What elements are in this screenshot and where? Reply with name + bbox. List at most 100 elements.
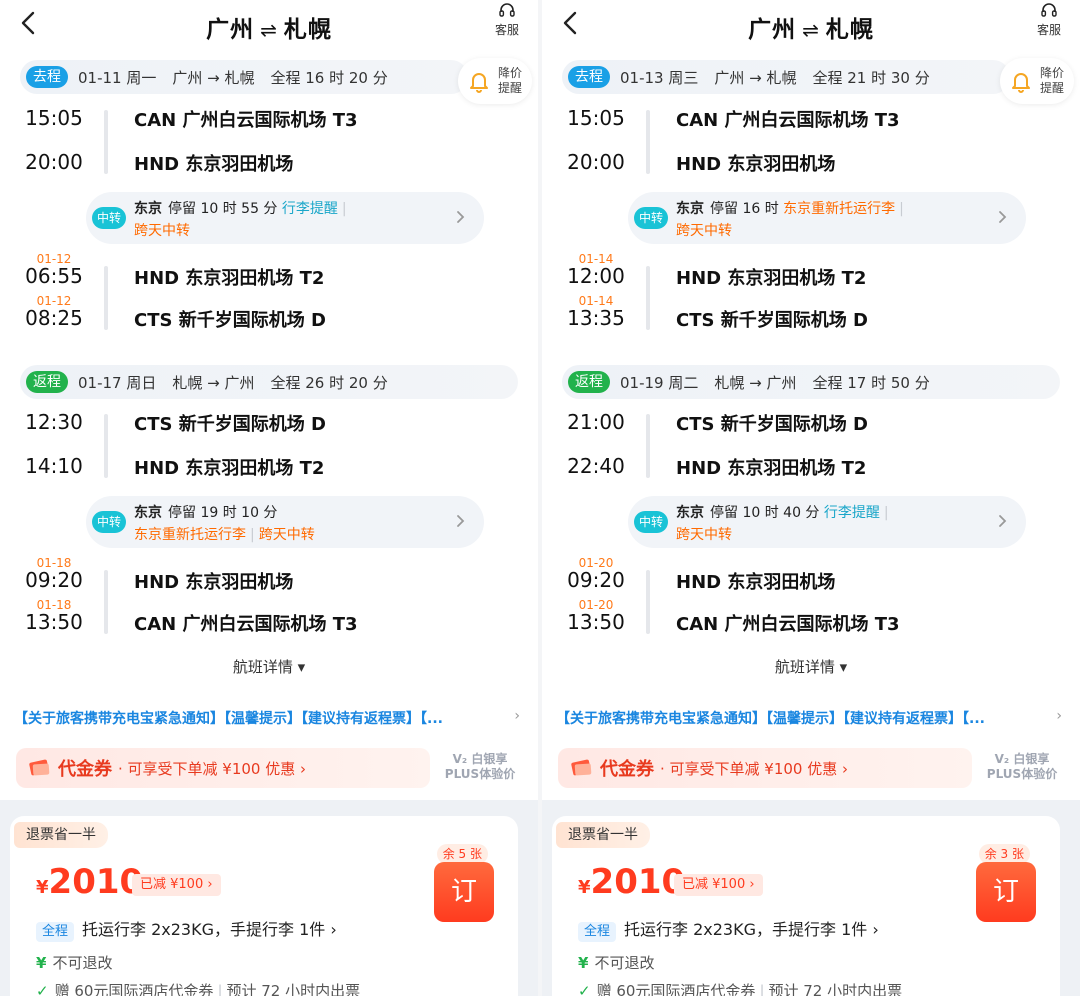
transfer-stay: 停留 10 时 55 分: [168, 201, 278, 217]
transfer-info-button[interactable]: 中转 东京 停留 10 时 55 分 行李提醒 | 跨天中转: [86, 192, 484, 244]
flight-details-toggle[interactable]: 航班详情 ▾: [0, 656, 538, 677]
transfer-note: 行李提醒: [823, 505, 880, 521]
currency-symbol: ¥: [36, 877, 49, 898]
departure-time: 09:20: [567, 568, 625, 592]
arrival-airport: HND 东京羽田机场: [676, 154, 836, 175]
departure-airport: HND 东京羽田机场 T2: [676, 268, 867, 289]
customer-service-button[interactable]: 客服: [490, 2, 524, 38]
refund-rule-row: ¥ 不可退改: [36, 952, 112, 973]
departure-airport: CTS 新千岁国际机场 D: [134, 414, 326, 435]
discount-badge[interactable]: 已减 ¥100 ›: [674, 874, 763, 896]
arrival-time: 14:10: [25, 454, 83, 478]
currency-symbol: ¥: [578, 877, 591, 898]
fare-card: 退票省一半 ¥2010 已减 ¥100 › 余 5 张 订 全程 托运行李 2x2…: [10, 816, 518, 996]
transfer-overnight: 跨天中转: [134, 223, 190, 239]
arrival-airport: CAN 广州白云国际机场 T3: [134, 614, 358, 635]
book-button[interactable]: 订: [976, 862, 1036, 922]
departure-row: 15:05 CAN 广州白云国际机场 T3: [542, 106, 1080, 140]
arrival-airport: CTS 新千岁国际机场 D: [134, 310, 326, 331]
transfer-stay: 停留 19 时 10 分: [168, 505, 278, 521]
departure-airport: CAN 广州白云国际机场 T3: [676, 110, 900, 131]
price-alert-label-2: 提醒: [498, 81, 523, 95]
arrival-airport: CAN 广州白云国际机场 T3: [676, 614, 900, 635]
transfer-overnight: 跨天中转: [258, 527, 315, 543]
return-route: 札幌 → 广州: [172, 373, 255, 392]
book-button[interactable]: 订: [434, 862, 494, 922]
departure-airport: CAN 广州白云国际机场 T3: [134, 110, 358, 131]
outbound-tag: 去程: [568, 66, 610, 88]
fare-price: ¥2010: [36, 862, 143, 902]
seats-left-badge: 余 5 张: [436, 844, 488, 864]
transfer-info-button[interactable]: 中转 东京 停留 16 时 东京重新托运行李 | 跨天中转: [628, 192, 1026, 244]
customer-service-button[interactable]: 客服: [1032, 2, 1066, 38]
departure-time: 09:20: [25, 568, 83, 592]
flight-details-toggle[interactable]: 航班详情 ▾: [542, 656, 1080, 677]
chevron-right-icon: [999, 515, 1007, 527]
departure-row: 06:55 HND 东京羽田机场 T2: [0, 264, 538, 298]
coupon-name: 代金券: [600, 759, 654, 780]
baggage-info: 托运行李 2x23KG，手提行李 1件 ›: [624, 920, 879, 939]
notice-bar[interactable]: 【关于旅客携带充电宝紧急通知】【温馨提示】【建议持有返程票】【... ›: [0, 708, 538, 744]
title-origin: 广州: [206, 17, 255, 43]
baggage-row[interactable]: 全程 托运行李 2x23KG，手提行李 1件 ›: [578, 916, 879, 942]
coupon-desc: · 可享受下单减 ¥100 优惠 ›: [660, 759, 849, 778]
arrival-airport: HND 东京羽田机场 T2: [134, 458, 325, 479]
price-value: 2010: [590, 862, 686, 902]
coupon-banner[interactable]: 代金券 · 可享受下单减 ¥100 优惠 ›: [558, 748, 972, 788]
baggage-row[interactable]: 全程 托运行李 2x23KG，手提行李 1件 ›: [36, 916, 337, 942]
return-route: 札幌 → 广州: [714, 373, 797, 392]
departure-time: 15:05: [567, 106, 625, 130]
outbound-route: 广州 → 札幌: [172, 68, 255, 87]
full-trip-tag: 全程: [36, 922, 75, 942]
price-alert-label-1: 降价: [1040, 66, 1065, 80]
top-bar: 广州 ⇌ 札幌 客服: [0, 0, 538, 50]
yen-icon: ¥: [36, 954, 47, 972]
itinerary-panel-left: 广州 ⇌ 札幌 客服 去程 01-11 周一 广州 → 札幌 全程 16 时 20 …: [0, 0, 538, 996]
gift-text: 赠 60元国际酒店代金券: [54, 982, 214, 996]
price-alert-button[interactable]: 降价 提醒: [1000, 58, 1074, 104]
plus-member-badge: V₂ 白银享 PLUS体验价: [982, 752, 1062, 782]
transfer-tag: 中转: [634, 207, 668, 229]
price-alert-button[interactable]: 降价 提醒: [458, 58, 532, 104]
plus-member-badge: V₂ 白银享 PLUS体验价: [440, 752, 520, 782]
chevron-right-icon: [457, 211, 465, 223]
chevron-right-icon: ›: [514, 708, 520, 724]
title-destination: 札幌: [825, 17, 874, 43]
arrival-time: 20:00: [567, 150, 625, 174]
departure-time: 12:30: [25, 410, 83, 434]
page-title: 广州 ⇌ 札幌: [0, 10, 538, 44]
arrival-time: 13:35: [567, 306, 625, 330]
full-trip-tag: 全程: [578, 922, 617, 942]
refund-rule-row: ¥ 不可退改: [578, 952, 654, 973]
coupon-name: 代金券: [58, 759, 112, 780]
arrival-airport: HND 东京羽田机场: [134, 154, 294, 175]
plus-line-1: V₂ 白银享: [452, 752, 508, 766]
arrival-row: 20:00 HND 东京羽田机场: [542, 150, 1080, 184]
discount-badge[interactable]: 已减 ¥100 ›: [132, 874, 221, 896]
notice-bar[interactable]: 【关于旅客携带充电宝紧急通知】【温馨提示】【建议持有返程票】【... ›: [542, 708, 1080, 744]
transfer-tag: 中转: [92, 207, 126, 229]
price-value: 2010: [48, 862, 144, 902]
transfer-city: 东京: [134, 505, 162, 521]
return-header: 返程 01-17 周日 札幌 → 广州 全程 26 时 20 分: [20, 365, 518, 399]
transfer-city: 东京: [676, 201, 704, 217]
plus-line-2: PLUS体验价: [444, 767, 516, 781]
gift-text: 赠 60元国际酒店代金券: [596, 982, 756, 996]
transfer-note: 行李提醒: [281, 201, 338, 217]
departure-airport: HND 东京羽田机场: [134, 572, 294, 593]
transfer-info-button[interactable]: 中转 东京 停留 19 时 10 分 东京重新托运行李 | 跨天中转: [86, 496, 484, 548]
notice-text: 【关于旅客携带充电宝紧急通知】【温馨提示】【建议持有返程票】【...: [556, 711, 985, 727]
transfer-overnight: 跨天中转: [676, 527, 732, 543]
departure-row: 09:20 HND 东京羽田机场: [542, 568, 1080, 602]
arrival-time: 13:50: [567, 610, 625, 634]
swap-arrows-icon: ⇌: [802, 18, 820, 42]
arrival-row: 13:50 CAN 广州白云国际机场 T3: [0, 610, 538, 644]
transfer-tag: 中转: [92, 511, 126, 533]
transfer-note: 东京重新托运行李: [134, 527, 246, 543]
arrival-row: 13:35 CTS 新千岁国际机场 D: [542, 306, 1080, 340]
refund-tag: 退票省一半: [14, 822, 108, 848]
coupon-banner[interactable]: 代金券 · 可享受下单减 ¥100 优惠 ›: [16, 748, 430, 788]
departure-airport: CTS 新千岁国际机场 D: [676, 414, 868, 435]
transfer-info-button[interactable]: 中转 东京 停留 10 时 40 分 行李提醒 | 跨天中转: [628, 496, 1026, 548]
arrival-time: 13:50: [25, 610, 83, 634]
